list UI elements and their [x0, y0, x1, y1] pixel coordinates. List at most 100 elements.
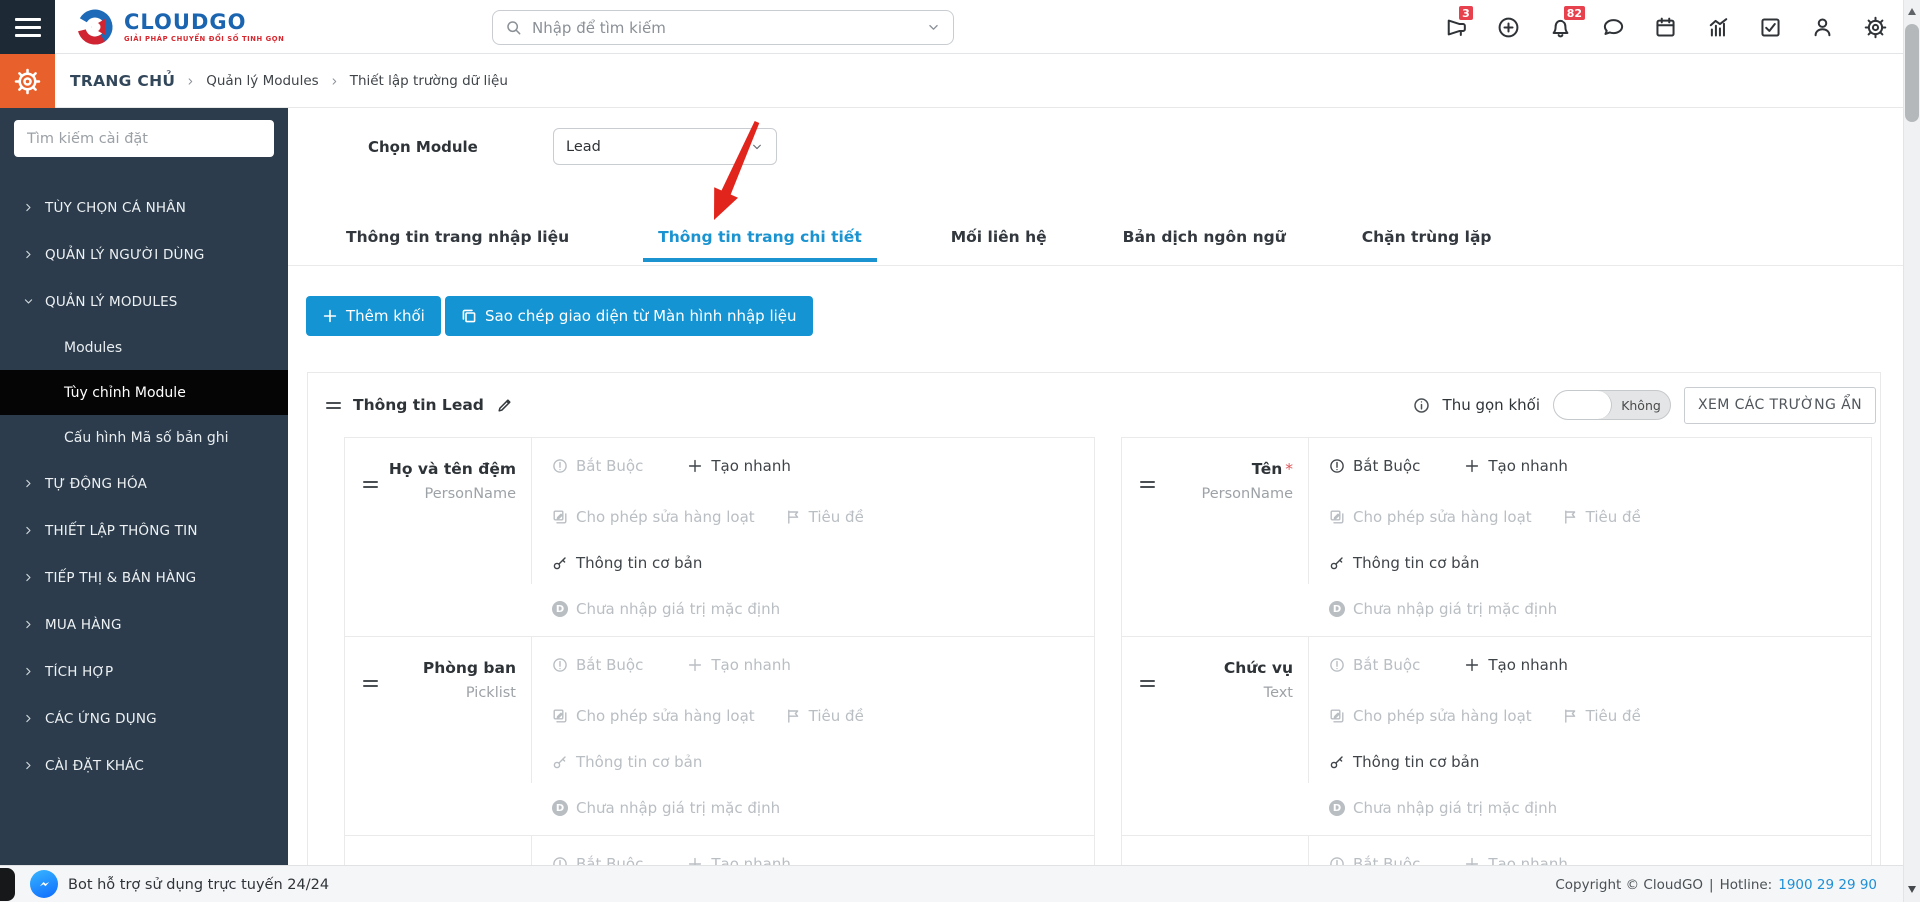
check-square-button[interactable] [1744, 0, 1796, 54]
sidebar-search-input[interactable] [14, 120, 274, 157]
scroll-up-arrow[interactable] [1908, 8, 1916, 15]
tab-chi-tiet[interactable]: Thông tin trang chi tiết [643, 220, 877, 262]
messenger-icon[interactable] [30, 870, 58, 898]
field-option-header[interactable]: Tiêu đề [785, 508, 864, 526]
hotline-link[interactable]: 1900 29 29 90 [1778, 877, 1877, 893]
tab-ban-dich-ngon-ngu[interactable]: Bản dịch ngôn ngữ [1121, 220, 1288, 260]
tab-chan-trung-lap[interactable]: Chặn trùng lặp [1360, 220, 1494, 260]
field-option-default-value[interactable]: D Chưa nhập giá trị mặc định [552, 600, 780, 618]
breadcrumb: TRANG CHỦ Quản lý Modules Thiết lập trường… [70, 54, 508, 108]
quick-create-plus-icon [689, 658, 702, 672]
page-scrollbar[interactable] [1903, 0, 1920, 902]
field-option-required[interactable]: Bắt Buộc [1329, 656, 1420, 674]
show-hidden-fields-button[interactable]: XEM CÁC TRƯỜNG ẨN [1684, 386, 1876, 424]
sidebar-chevron-icon [26, 203, 31, 212]
collapse-block-toggle[interactable]: Không [1553, 390, 1671, 420]
field-option-header[interactable]: Tiêu đề [785, 707, 864, 725]
chevron-down-icon [929, 24, 938, 30]
sidebar-chevron-icon [26, 250, 31, 259]
field-option-mass-edit[interactable]: Cho phép sửa hàng loạt [1329, 707, 1532, 725]
field-drag-handle[interactable] [363, 677, 378, 690]
gear-button[interactable] [1849, 0, 1901, 54]
breadcrumb-home[interactable]: TRANG CHỦ [70, 72, 175, 90]
sidebar-item-quan-ly-modules[interactable]: QUẢN LÝ MODULES [0, 278, 288, 325]
field-option-key-field[interactable]: Thông tin cơ bản [552, 554, 702, 572]
block-drag-handle[interactable] [326, 399, 341, 412]
field-drag-handle[interactable] [363, 478, 378, 491]
required-alert-icon [1330, 658, 1344, 672]
field-option-default-value[interactable]: D Chưa nhập giá trị mặc định [1329, 600, 1557, 618]
field-option-header[interactable]: Tiêu đề [1562, 508, 1641, 526]
hamburger-menu-button[interactable] [0, 0, 55, 54]
sidebar-item-cai-dat-khac[interactable]: CÀI ĐẶT KHÁC [0, 742, 288, 789]
tab-nhap-lieu[interactable]: Thông tin trang nhập liệu [344, 220, 571, 260]
field-option-required[interactable]: Bắt Buộc [1329, 855, 1420, 865]
field-option-required[interactable]: Bắt Buộc [552, 457, 643, 475]
bell-button[interactable]: 82 [1535, 0, 1588, 54]
field-card-left: Tên * PersonName [1122, 438, 1309, 636]
field-option-quick-create[interactable]: Tạo nhanh [687, 855, 791, 865]
sidebar-item-mua-hang[interactable]: MUA HÀNG [0, 601, 288, 648]
copy-layout-button[interactable]: Sao chép giao diện từ Màn hình nhập liệu [445, 296, 813, 336]
field-option-default-value[interactable]: D Chưa nhập giá trị mặc định [1329, 799, 1557, 817]
sidebar-item-cac-ung-dung[interactable]: CÁC ỨNG DỤNG [0, 695, 288, 742]
field-option-required[interactable]: Bắt Buộc [552, 656, 643, 674]
sidebar-item-tich-hop[interactable]: TÍCH HỢP [0, 648, 288, 695]
field-option-key-field[interactable]: Thông tin cơ bản [1329, 554, 1479, 572]
field-option-default-value[interactable]: D Chưa nhập giá trị mặc định [552, 799, 780, 817]
breadcrumb-item-1[interactable]: Quản lý Modules [206, 73, 318, 89]
calendar-button[interactable] [1640, 0, 1692, 54]
tab-moi-lien-he[interactable]: Mối liên hệ [949, 220, 1049, 260]
info-icon [1413, 397, 1430, 414]
field-option-mass-edit[interactable]: Cho phép sửa hàng loạt [552, 508, 755, 526]
sidebar-subitem-tuy-chinh-module[interactable]: Tùy chỉnh Module [0, 370, 288, 415]
field-option-key-field[interactable]: Thông tin cơ bản [1329, 753, 1479, 771]
field-label: Phòng ban [422, 659, 516, 677]
sidebar-subitem-modules[interactable]: Modules [0, 325, 288, 370]
field-option-mass-edit[interactable]: Cho phép sửa hàng loạt [552, 707, 755, 725]
field-drag-handle[interactable] [1140, 478, 1155, 491]
chart-icon [1709, 17, 1727, 37]
field-option-quick-create[interactable]: Tạo nhanh [1464, 855, 1568, 865]
edit-block-title-button[interactable] [496, 397, 513, 414]
scroll-down-arrow[interactable] [1908, 886, 1916, 893]
field-drag-handle[interactable] [1140, 677, 1155, 690]
footer-pull-tab[interactable] [0, 868, 15, 901]
sidebar-item-tuy-chon-ca-nhan[interactable]: TÙY CHỌN CÁ NHÂN [0, 184, 288, 231]
field-option-required[interactable]: Bắt Buộc [552, 855, 643, 865]
settings-gear-block[interactable] [0, 54, 55, 108]
sidebar-item-thiet-lap-thong-tin[interactable]: THIẾT LẬP THÔNG TIN [0, 507, 288, 554]
field-option-quick-create[interactable]: Tạo nhanh [687, 457, 791, 475]
megaphone-button[interactable]: 3 [1430, 0, 1482, 54]
breadcrumb-item-2[interactable]: Thiết lập trường dữ liệu [350, 73, 508, 89]
plus-circle-button[interactable] [1482, 0, 1534, 54]
sidebar-chevron-icon [26, 714, 31, 723]
add-block-button[interactable]: Thêm khối [306, 296, 441, 336]
field-option-key-field[interactable]: Thông tin cơ bản [552, 753, 702, 771]
global-search[interactable] [492, 10, 954, 45]
field-option-mass-edit[interactable]: Cho phép sửa hàng loạt [1329, 508, 1532, 526]
quick-create-plus-icon [689, 459, 702, 473]
chat-button[interactable] [1587, 0, 1639, 54]
field-option-quick-create[interactable]: Tạo nhanh [1464, 656, 1568, 674]
module-select-dropdown[interactable]: Lead [553, 128, 777, 165]
field-option-required[interactable]: Bắt Buộc [1329, 457, 1420, 475]
sidebar-item-quan-ly-nguoi-dung[interactable]: QUẢN LÝ NGƯỜI DÙNG [0, 231, 288, 278]
field-option-quick-create[interactable]: Tạo nhanh [687, 656, 791, 674]
field-cards-grid: Họ và tên đệm PersonName Bắt Buộc Tạo nhanh… [344, 437, 1872, 865]
scrollbar-thumb[interactable] [1905, 24, 1919, 122]
sidebar-subitem-cau-hinh-ma-so-ban-ghi[interactable]: Cấu hình Mã số bản ghi [0, 415, 288, 460]
chevron-down-icon[interactable] [926, 20, 941, 35]
sidebar-item-tiep-thi-ban-hang[interactable]: TIẾP THỊ & BÁN HÀNG [0, 554, 288, 601]
cloudgo-logo[interactable]: CLOUDGO GIẢI PHÁP CHUYỂN ĐỔI SỐ TINH GỌN [75, 7, 284, 47]
sidebar-item-tu-dong-hoa[interactable]: TỰ ĐỘNG HÓA [0, 460, 288, 507]
user-button[interactable] [1797, 0, 1849, 54]
sidebar-chevron-icon [26, 526, 31, 535]
field-option-quick-create[interactable]: Tạo nhanh [1464, 457, 1568, 475]
field-card-options: Bắt Buộc Tạo nhanh Cho phép sửa hàng loạt T… [532, 438, 1094, 636]
chart-button[interactable] [1692, 0, 1744, 54]
global-search-input[interactable] [532, 18, 926, 37]
field-option-header[interactable]: Tiêu đề [1562, 707, 1641, 725]
toggle-knob[interactable] [1554, 391, 1612, 419]
module-select-label: Chọn Module [368, 138, 478, 156]
